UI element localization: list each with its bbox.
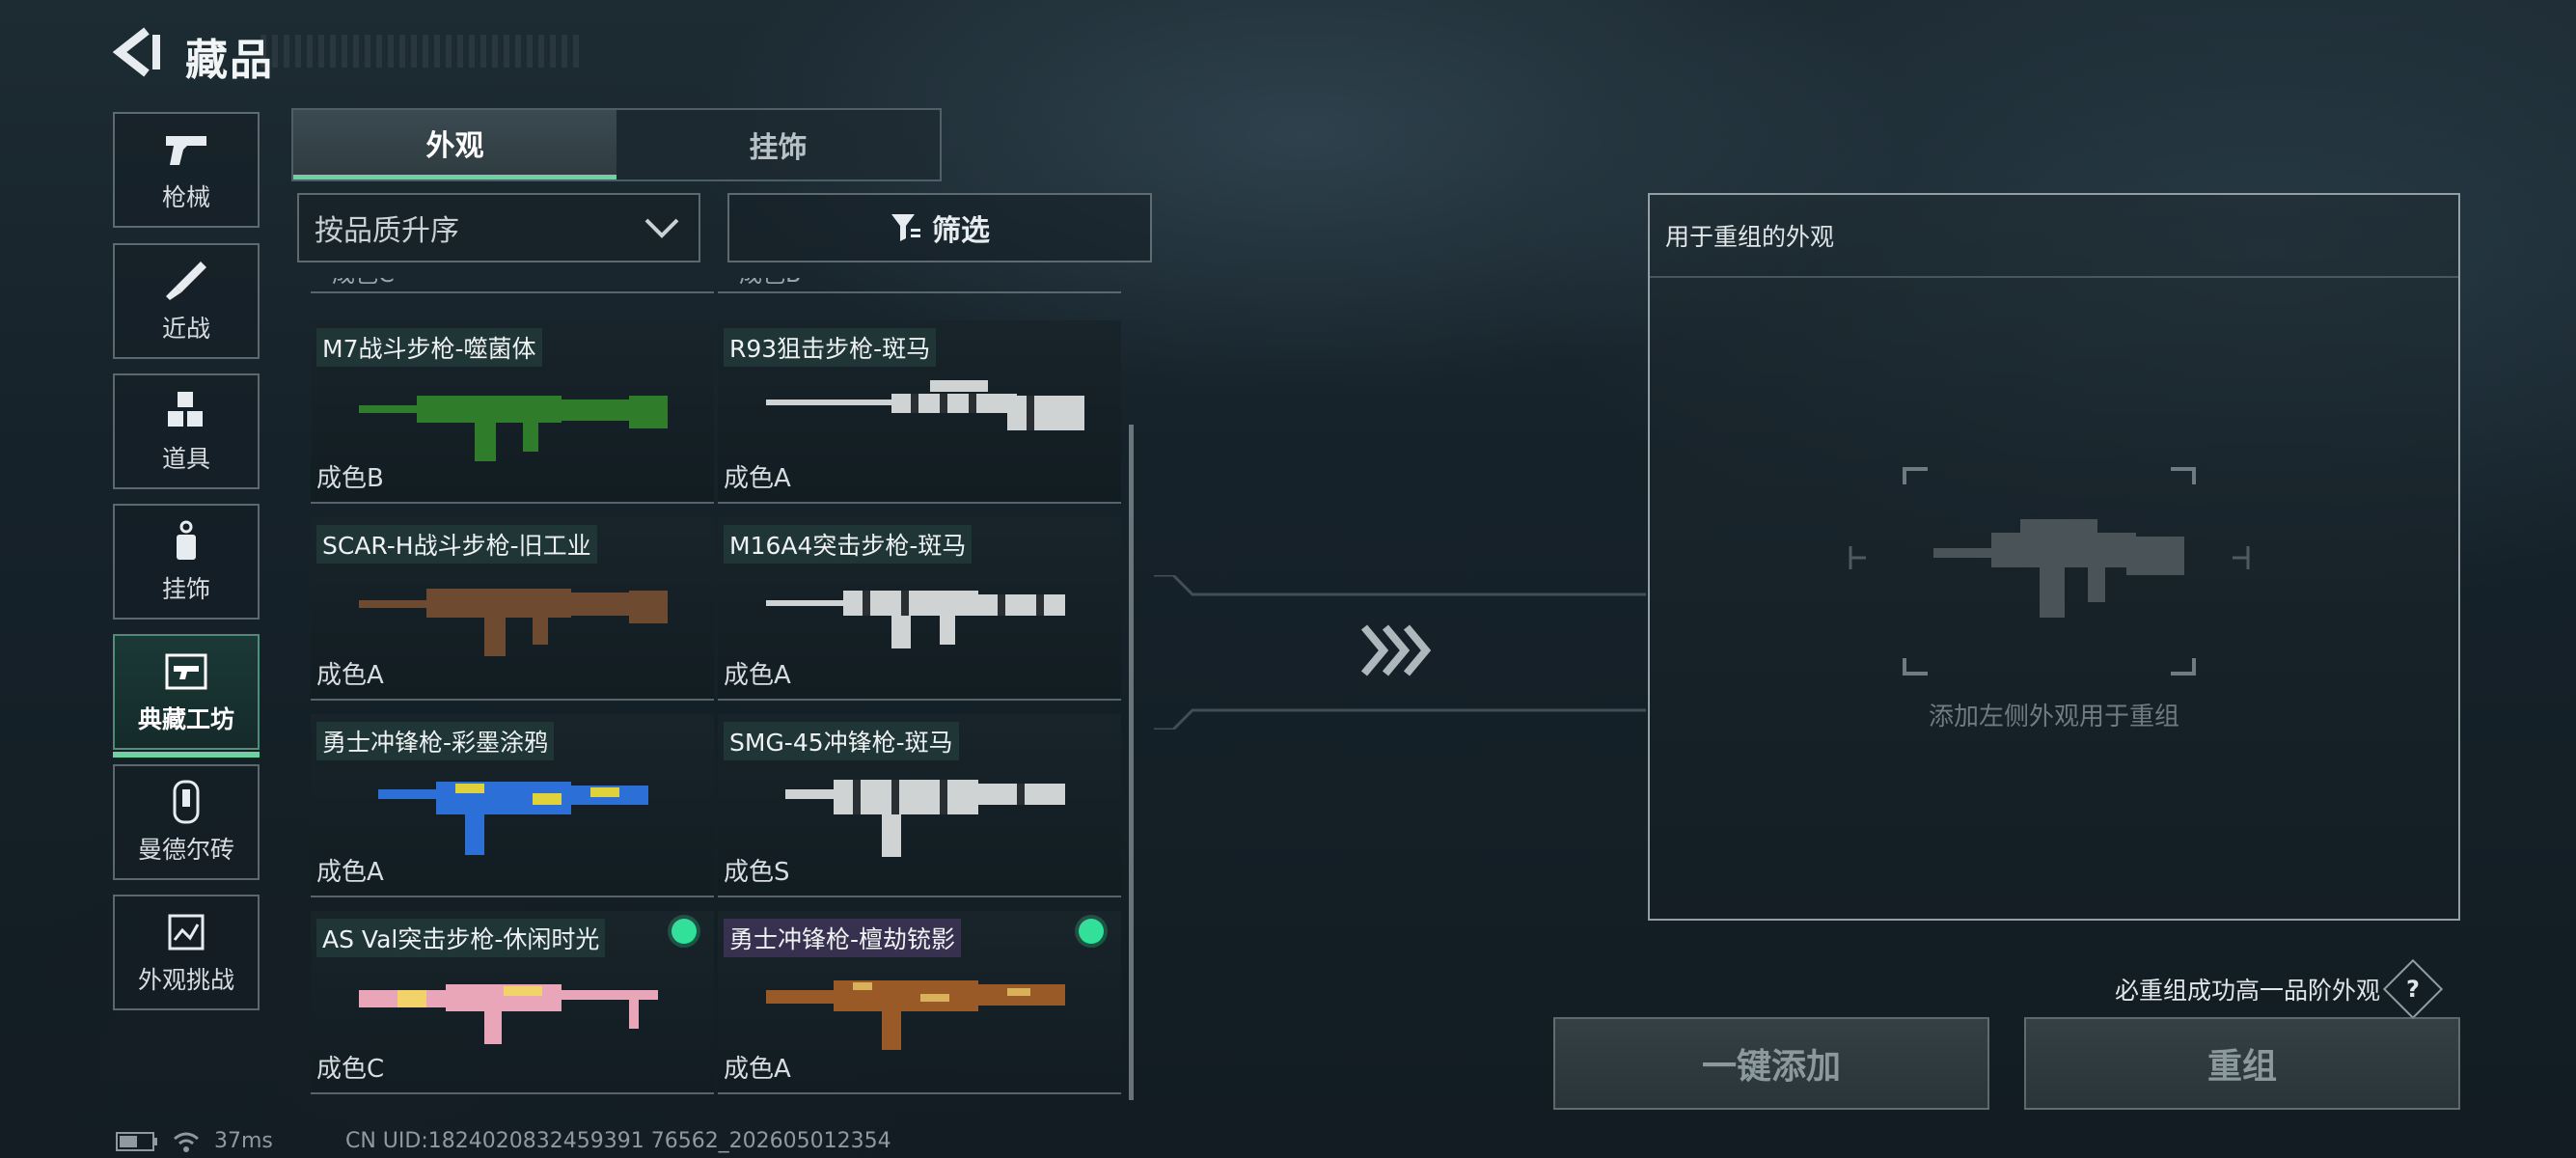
equipped-indicator — [1079, 919, 1104, 944]
rifle-silhouette-icon — [1933, 519, 2184, 618]
smg-icon — [378, 782, 648, 855]
nav-label: 近战 — [161, 315, 210, 343]
skin-card[interactable]: 勇士冲锋枪-彩墨涂鸦 成色A — [311, 714, 714, 897]
equipped-indicator — [671, 919, 697, 944]
chevrons-right-icon — [1360, 624, 1432, 676]
nav-label: 挂饰 — [161, 575, 210, 603]
nav-item-charms[interactable]: 挂饰 — [113, 504, 260, 620]
chevron-down-icon — [644, 218, 679, 238]
nav-label: 道具 — [161, 445, 210, 473]
sort-label: 按品质升序 — [315, 214, 459, 248]
mandel-brick-icon — [159, 779, 213, 825]
challenge-map-icon — [159, 909, 213, 955]
skin-card[interactable]: SMG-45冲锋枪-斑马 成色S — [718, 714, 1121, 897]
title-decoration — [260, 35, 579, 68]
rifle-icon — [766, 591, 1065, 648]
back-arrow-icon — [112, 27, 160, 77]
page-title: 藏品 — [185, 36, 274, 85]
add-all-button[interactable]: 一键添加 — [1553, 1017, 1989, 1110]
ping-value: 37ms — [214, 1129, 273, 1153]
skin-card[interactable]: M16A4突击步枪-斑马 成色A — [718, 517, 1121, 701]
nav-label: 枪械 — [161, 183, 210, 211]
skin-card[interactable]: 勇士冲锋枪-檀劫铳影 成色A — [718, 911, 1121, 1094]
user-uid: CN UID:1824020832459391 76562_2026050123… — [345, 1129, 891, 1153]
skin-grade: 成色S — [724, 858, 790, 887]
status-bar: 37ms — [116, 1129, 273, 1153]
knife-icon — [159, 258, 213, 304]
sort-dropdown[interactable]: 按品质升序 — [297, 193, 700, 262]
smg-icon — [785, 780, 1065, 857]
panel-title: 用于重组的外观 — [1665, 223, 1835, 251]
rifle-icon — [359, 396, 668, 461]
nav-label: 外观挑战 — [137, 966, 234, 994]
empty-slot[interactable] — [1847, 465, 2252, 677]
nav-item-firearms[interactable]: 枪械 — [113, 112, 260, 228]
skin-grade: 成色B — [316, 464, 384, 493]
nav-item-gadgets[interactable]: 道具 — [113, 373, 260, 489]
guarantee-note: 必重组成功高一品阶外观 ? — [2115, 958, 2444, 1020]
filter-icon — [891, 214, 920, 241]
skin-card[interactable]: SCAR-H战斗步枪-旧工业 成色A — [311, 517, 714, 701]
sniper-rifle-icon — [766, 380, 1084, 430]
nav-item-workshop[interactable]: 典藏工坊 — [113, 634, 260, 758]
filter-button[interactable]: 筛选 — [727, 193, 1152, 262]
list-scrollbar[interactable] — [1129, 425, 1134, 1100]
charm-icon — [159, 518, 213, 565]
tab-appearance[interactable]: 外观 — [293, 110, 617, 179]
guarantee-text: 必重组成功高一品阶外观 — [2115, 977, 2381, 1005]
tab-bar: 外观 挂饰 — [291, 108, 942, 181]
skin-card[interactable]: R93狙击步枪-斑马 成色A — [718, 320, 1121, 504]
skin-list[interactable]: 成色C 成色B M7战斗步枪-噬菌体 成色B R93狙击步枪-斑马 成色A SC… — [297, 278, 1150, 1110]
filter-label: 筛选 — [932, 214, 990, 248]
skin-grade: 成色A — [724, 661, 791, 690]
battery-icon — [116, 1131, 157, 1151]
wifi-icon — [174, 1132, 199, 1152]
skin-card[interactable]: AS Val突击步枪-休闲时光 成色C — [311, 911, 714, 1094]
smg-icon — [766, 980, 1065, 1050]
nav-item-melee[interactable]: 近战 — [113, 243, 260, 359]
help-icon[interactable]: ? — [2382, 958, 2444, 1020]
skin-grade: 成色A — [316, 858, 384, 887]
reform-panel: 用于重组的外观 添加左侧外观用于重组 — [1648, 193, 2460, 921]
nav-label: 典藏工坊 — [137, 705, 234, 733]
list-item-partial[interactable]: 成色C — [311, 278, 714, 293]
empty-hint: 添加左侧外观用于重组 — [1928, 703, 2179, 731]
panel-divider — [1650, 276, 2458, 278]
rifle-icon — [359, 589, 668, 656]
skin-grade: 成色A — [316, 661, 384, 690]
skin-grade: 成色C — [316, 1055, 385, 1084]
nav-label: 曼德尔砖 — [137, 836, 234, 864]
nav-item-mandel-brick[interactable]: 曼德尔砖 — [113, 764, 260, 880]
pistol-icon — [159, 126, 213, 173]
nav-item-challenge[interactable]: 外观挑战 — [113, 895, 260, 1010]
rifle-icon — [359, 984, 658, 1044]
reform-button[interactable]: 重组 — [2024, 1017, 2460, 1110]
skin-grade: 成色A — [724, 464, 791, 493]
workshop-gun-icon — [159, 648, 213, 695]
skin-card[interactable]: M7战斗步枪-噬菌体 成色B — [311, 320, 714, 504]
skin-grade: 成色A — [724, 1055, 791, 1084]
list-item-partial[interactable]: 成色B — [718, 278, 1121, 293]
grenade-cubes-icon — [159, 388, 213, 434]
tab-charms[interactable]: 挂饰 — [617, 110, 940, 179]
back-button[interactable] — [108, 25, 166, 79]
